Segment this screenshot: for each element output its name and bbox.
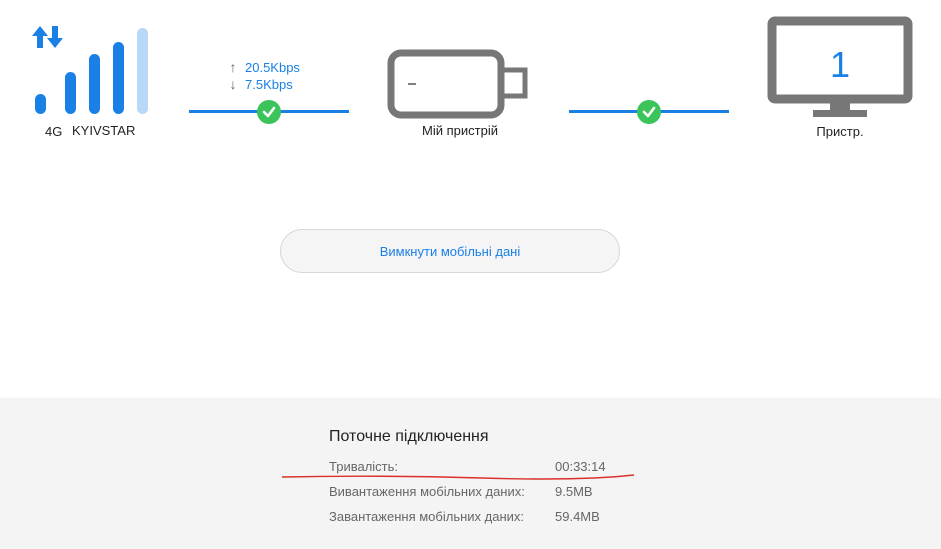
arrow-up-icon: ↑ <box>229 59 237 75</box>
my-device-label[interactable]: Мій пристрій <box>420 122 500 139</box>
signal-bar-3 <box>89 54 100 114</box>
devices-label[interactable]: Пристр. <box>800 124 880 139</box>
signal-strength-icon <box>32 26 148 114</box>
arrow-down-icon: ↓ <box>229 76 237 92</box>
download-speed: ↓ 7.5Kbps <box>227 76 293 92</box>
download-speed-value: 7.5Kbps <box>245 76 293 92</box>
toggle-mobile-data-button[interactable]: Вимкнути мобільні дані <box>280 229 620 273</box>
upload-speed-value: 20.5Kbps <box>245 59 300 75</box>
usb-modem-icon[interactable] <box>386 48 532 120</box>
connected-devices-count: 1 <box>829 44 851 85</box>
download-data-value: 59.4MB <box>555 509 600 524</box>
check-icon <box>637 100 661 124</box>
check-icon <box>257 100 281 124</box>
download-data-label: Завантаження мобільних даних: <box>329 509 525 524</box>
data-transfer-icon <box>32 26 63 48</box>
carrier-name: KYIVSTAR <box>72 123 136 138</box>
upload-data-value: 9.5MB <box>555 484 593 499</box>
panel-title: Поточне підключення <box>329 428 489 445</box>
upload-speed: ↑ 20.5Kbps <box>227 59 300 75</box>
red-annotation-underline <box>282 474 634 480</box>
signal-bar-5 <box>137 28 148 114</box>
signal-bar-1 <box>35 94 46 114</box>
signal-bar-4 <box>113 42 124 114</box>
upload-data-label: Вивантаження мобільних даних: <box>329 484 525 499</box>
signal-bar-2 <box>65 72 76 114</box>
network-type: 4G <box>45 124 63 139</box>
